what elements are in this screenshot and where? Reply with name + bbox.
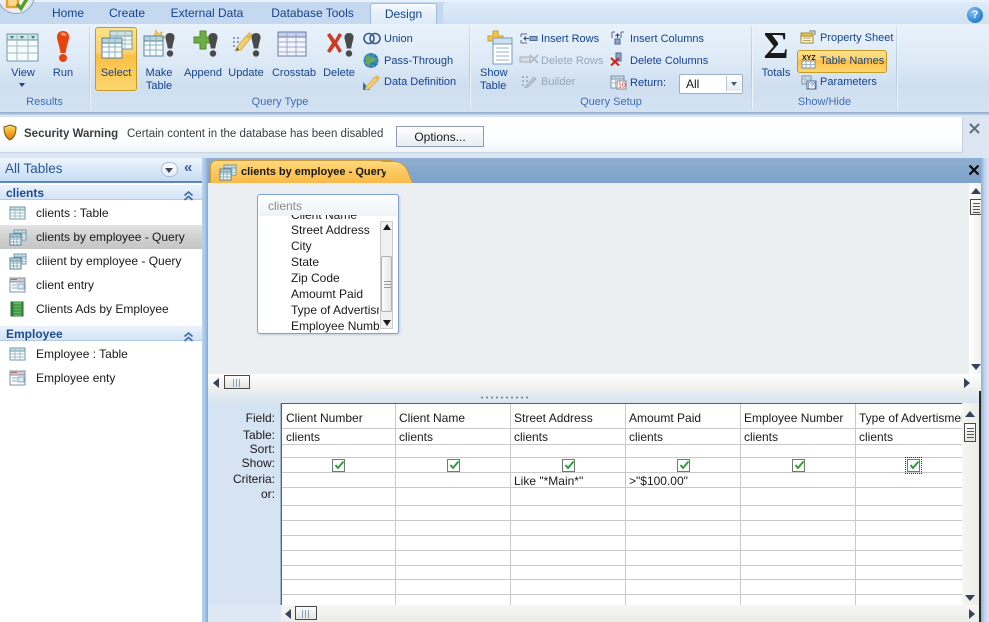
svg-text:[?]: [?] [808, 83, 816, 90]
svg-text:10: 10 [618, 83, 626, 90]
